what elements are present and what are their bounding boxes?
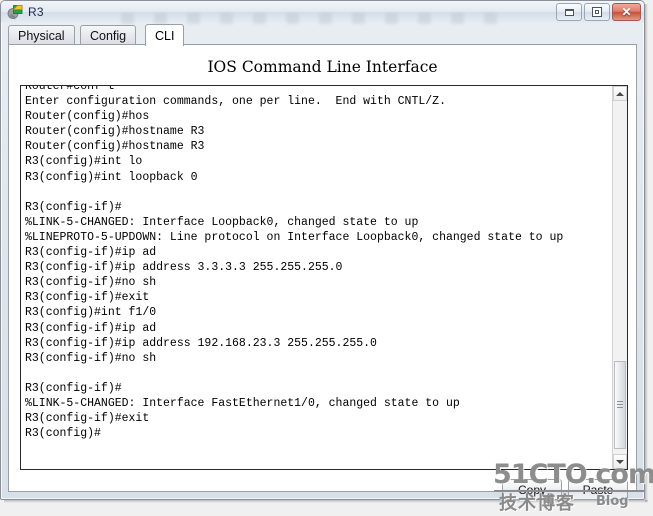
terminal-line: R3(config)#	[25, 427, 101, 441]
terminal-scrollbar[interactable]	[612, 86, 627, 469]
terminal-line: R3(config-if)#no sh	[25, 276, 157, 290]
tab-strip: Physical Config CLI	[1, 23, 644, 46]
terminal-text: Router#conf t Enter configuration command…	[25, 86, 563, 441]
terminal-line: %LINEPROTO-5-UPDOWN: Line protocol on In…	[25, 230, 564, 244]
terminal-line: R3(config-if)#exit	[25, 412, 150, 426]
scrollbar-grip-icon	[617, 401, 623, 409]
terminal-line: R3(config-if)#ip address 3.3.3.3 255.255…	[25, 261, 343, 275]
title-bar[interactable]: R3 ✕	[1, 1, 644, 24]
scroll-down-icon[interactable]	[613, 454, 627, 469]
page-title: IOS Command Line Interface	[207, 58, 438, 76]
terminal-line: %LINK-5-CHANGED: Interface Loopback0, ch…	[25, 215, 419, 229]
terminal-line: R3(config-if)#	[25, 200, 122, 214]
terminal-line: R3(config)#int loopback 0	[25, 170, 198, 184]
terminal-line: Router(config)#hostname R3	[25, 125, 205, 139]
copy-button[interactable]: Copy	[502, 479, 562, 500]
tab-config-label: Config	[90, 28, 127, 43]
terminal-line: R3(config-if)#ip address 192.168.23.3 25…	[25, 336, 377, 350]
scroll-up-icon[interactable]	[613, 86, 627, 101]
router-icon	[7, 4, 24, 21]
paste-button[interactable]: Paste	[568, 479, 628, 500]
terminal-line: R3(config-if)#ip ad	[25, 321, 157, 335]
close-button[interactable]: ✕	[612, 3, 641, 21]
terminal-line: %LINK-5-CHANGED: Interface FastEthernet1…	[25, 396, 460, 410]
tab-physical[interactable]: Physical	[8, 25, 75, 45]
tab-cli[interactable]: CLI	[145, 24, 185, 46]
window-title: R3	[28, 5, 44, 19]
terminal-line: R3(config)#int lo	[25, 155, 143, 169]
terminal-line: R3(config-if)#	[25, 381, 122, 395]
close-icon: ✕	[621, 5, 632, 19]
terminal-container: Router#conf t Enter configuration command…	[20, 85, 628, 470]
minimize-button[interactable]	[556, 3, 582, 21]
terminal-output[interactable]: Router#conf t Enter configuration command…	[21, 86, 613, 469]
copy-button-label: Copy	[517, 482, 546, 497]
maximize-icon	[585, 4, 609, 20]
tab-config[interactable]: Config	[80, 25, 137, 45]
scrollbar-thumb[interactable]	[614, 361, 626, 449]
terminal-line: R3(config-if)#ip ad	[25, 246, 157, 260]
maximize-button[interactable]	[584, 3, 610, 21]
window-shadow-right	[645, 4, 648, 502]
terminal-line: R3(config-if)#no sh	[25, 351, 157, 365]
cli-panel: IOS Command Line Interface Router#conf t…	[8, 44, 637, 500]
terminal-line: Router#conf t	[25, 86, 115, 93]
tab-cli-label: CLI	[155, 28, 175, 43]
terminal-line: Enter configuration commands, one per li…	[25, 95, 446, 109]
router-device-window: R3 ✕ Physical Config CLI IOS Command Lin…	[0, 0, 653, 516]
minimize-icon	[557, 4, 581, 20]
terminal-line: Router(config)#hos	[25, 110, 150, 124]
window-shadow-bottom	[4, 500, 648, 503]
terminal-line: R3(config-if)#exit	[25, 291, 150, 305]
terminal-line: R3(config)#int f1/0	[25, 306, 157, 320]
terminal-line: Router(config)#hostname R3	[25, 140, 205, 154]
tab-physical-label: Physical	[18, 28, 65, 43]
paste-button-label: Paste	[582, 482, 614, 497]
